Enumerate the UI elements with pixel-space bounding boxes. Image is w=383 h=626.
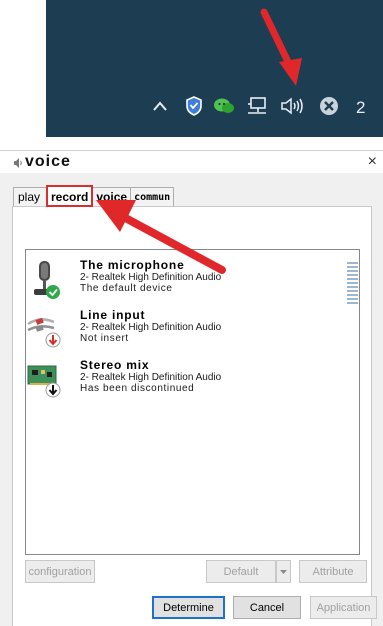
device-line-input[interactable]: Line input 2- Realtek High Definition Au… — [26, 308, 346, 356]
configuration-button[interactable]: configuration — [25, 560, 95, 583]
speaker-app-icon — [13, 156, 23, 174]
wechat-icon[interactable] — [212, 95, 236, 117]
close-button[interactable]: × — [368, 153, 377, 171]
determine-button[interactable]: Determine — [152, 596, 225, 619]
default-button[interactable]: Default — [206, 560, 276, 583]
close-circle-icon[interactable] — [318, 95, 340, 117]
device-name: Stereo mix — [80, 358, 150, 372]
application-button[interactable]: Application — [310, 596, 377, 619]
tab-panel: The microphone 2- Realtek High Definitio… — [12, 206, 372, 626]
tab-play[interactable]: play — [13, 187, 48, 207]
attribute-button[interactable]: Attribute — [299, 560, 367, 583]
device-microphone[interactable]: The microphone 2- Realtek High Definitio… — [26, 258, 346, 306]
taskbar: 2 — [46, 0, 383, 137]
device-driver: 2- Realtek High Definition Audio — [80, 272, 222, 283]
tab-strip: play record voice commun — [13, 185, 175, 207]
speaker-icon[interactable] — [278, 95, 308, 117]
shield-icon[interactable] — [183, 95, 205, 117]
chevron-down-icon — [280, 570, 287, 574]
default-dropdown-button[interactable] — [276, 560, 291, 583]
cancel-button[interactable]: Cancel — [233, 596, 301, 619]
device-status: The default device — [80, 283, 173, 294]
microphone-icon — [26, 258, 66, 302]
clock-text: 2 — [356, 98, 366, 117]
device-driver: 2- Realtek High Definition Audio — [80, 322, 222, 333]
system-tray: 2 — [46, 95, 383, 117]
device-name: Line input — [80, 308, 146, 322]
tab-voice[interactable]: voice — [92, 187, 132, 207]
dialog-title: voice — [25, 153, 71, 170]
sound-card-icon — [26, 358, 66, 402]
title-bar: voice × — [0, 151, 383, 173]
device-list[interactable]: The microphone 2- Realtek High Definitio… — [25, 249, 360, 555]
tab-record[interactable]: record — [46, 185, 94, 207]
audio-jack-icon — [26, 308, 66, 352]
network-icon[interactable] — [245, 95, 269, 117]
device-status: Has been discontinued — [80, 383, 195, 394]
chevron-up-icon[interactable] — [149, 95, 171, 117]
sound-dialog: voice × play record voice commun The mic… — [0, 150, 383, 626]
device-status: Not insert — [80, 333, 129, 344]
device-stereo-mix[interactable]: Stereo mix 2- Realtek High Definition Au… — [26, 358, 346, 406]
tab-commun[interactable]: commun — [130, 187, 175, 207]
level-meter-icon — [347, 262, 358, 304]
device-driver: 2- Realtek High Definition Audio — [80, 372, 222, 383]
device-name: The microphone — [80, 258, 185, 272]
